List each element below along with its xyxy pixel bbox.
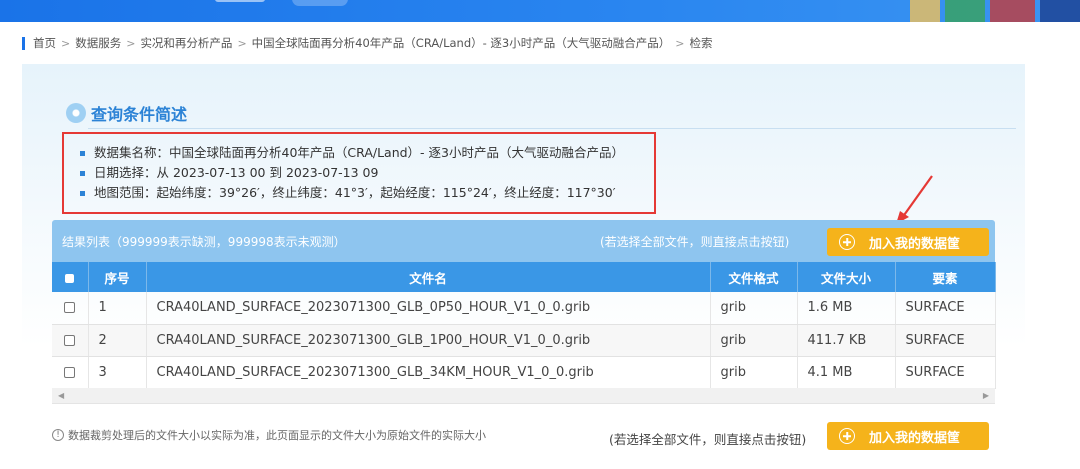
cell-size: 1.6 MB	[797, 292, 896, 325]
breadcrumb-marker	[22, 36, 25, 50]
query-criteria-box: 数据集名称：中国全球陆面再分析40年产品（CRA/Land）- 逐3小时产品（大…	[62, 132, 656, 214]
cell-filename: CRA40LAND_SURFACE_2023071300_GLB_1P00_HO…	[146, 324, 711, 357]
criteria-dataset-text: 数据集名称：中国全球陆面再分析40年产品（CRA/Land）- 逐3小时产品（大…	[94, 145, 624, 160]
square-bullet-icon	[80, 190, 85, 196]
row-checkbox[interactable]	[52, 324, 89, 357]
result-title: 结果列表（999999表示缺测，999998表示未观测）	[62, 235, 346, 249]
criteria-date-text: 日期选择：从 2023-07-13 00 到 2023-07-13 09	[94, 165, 379, 180]
column-header-no: 序号	[88, 262, 147, 292]
table-row: 3 CRA40LAND_SURFACE_2023071300_GLB_34KM_…	[52, 356, 996, 389]
breadcrumb-current: 检索	[689, 36, 713, 50]
annotation-arrow-icon	[896, 175, 933, 224]
row-checkbox[interactable]	[52, 356, 89, 389]
info-icon: !	[52, 429, 64, 441]
cell-size: 4.1 MB	[797, 356, 896, 389]
breadcrumb: 首页 > 数据服务 > 实况和再分析产品 > 中国全球陆面再分析40年产品（CR…	[22, 34, 712, 52]
cell-filename: CRA40LAND_SURFACE_2023071300_GLB_34KM_HO…	[146, 356, 711, 389]
criteria-dataset: 数据集名称：中国全球陆面再分析40年产品（CRA/Land）- 逐3小时产品（大…	[80, 143, 654, 163]
breadcrumb-separator: >	[237, 36, 247, 50]
arrow-right-icon[interactable]: ▶	[983, 391, 989, 400]
column-header-element: 要素	[895, 262, 996, 292]
section-title: 查询条件简述	[91, 105, 188, 124]
cell-no: 1	[88, 292, 147, 325]
add-to-basket-label: 加入我的数据筐	[869, 236, 961, 252]
add-to-basket-button[interactable]: 加入我的数据筐	[827, 228, 989, 256]
square-bullet-icon	[80, 150, 85, 156]
breadcrumb-data-service[interactable]: 数据服务	[75, 35, 121, 51]
size-note: ! 数据裁剪处理后的文件大小以实际为准，此页面显示的文件大小为原始文件的实际大小	[52, 427, 486, 443]
criteria-date: 日期选择：从 2023-07-13 00 到 2023-07-13 09	[80, 163, 654, 183]
square-bullet-icon	[80, 170, 85, 176]
cell-no: 2	[88, 324, 147, 357]
cell-element: SURFACE	[895, 324, 996, 357]
column-header-size: 文件大小	[797, 262, 896, 292]
cell-filename: CRA40LAND_SURFACE_2023071300_GLB_0P50_HO…	[146, 292, 711, 325]
plus-circle-icon	[839, 234, 855, 250]
select-all-hint: (若选择全部文件，则直接点击按钮)	[600, 235, 790, 249]
row-checkbox[interactable]	[52, 292, 89, 325]
section-divider	[88, 128, 1016, 129]
cell-size: 411.7 KB	[797, 324, 896, 357]
table-row: 2 CRA40LAND_SURFACE_2023071300_GLB_1P00_…	[52, 324, 996, 357]
result-table: 序号 文件名 文件格式 文件大小 要素 1 CRA40LAND_SURFACE_…	[52, 262, 996, 389]
breadcrumb-reanalysis[interactable]: 实况和再分析产品	[140, 35, 232, 51]
horizontal-scrollbar[interactable]: ◀ ▶	[52, 388, 995, 404]
banner-decoration-icon	[910, 0, 1080, 22]
bullet-dot-icon	[66, 103, 86, 123]
cell-format: grib	[710, 292, 798, 325]
add-to-basket-label: 加入我的数据筐	[869, 430, 961, 446]
breadcrumb-separator: >	[126, 36, 136, 50]
criteria-map-range-text: 地图范围：起始纬度：39°26′，终止纬度：41°3′，起始经度：115°24′…	[94, 185, 616, 200]
section-header: 查询条件简述	[66, 101, 187, 125]
cell-element: SURFACE	[895, 292, 996, 325]
plus-circle-icon	[839, 428, 855, 444]
select-all-hint-bottom: (若选择全部文件，则直接点击按钮)	[609, 432, 807, 447]
arrow-left-icon[interactable]: ◀	[58, 391, 64, 400]
breadcrumb-home[interactable]: 首页	[33, 35, 56, 51]
table-header-row: 序号 文件名 文件格式 文件大小 要素	[52, 262, 996, 292]
criteria-map-range: 地图范围：起始纬度：39°26′，终止纬度：41°3′，起始经度：115°24′…	[80, 183, 654, 203]
size-note-text: 数据裁剪处理后的文件大小以实际为准，此页面显示的文件大小为原始文件的实际大小	[68, 429, 486, 442]
breadcrumb-separator: >	[675, 36, 685, 50]
add-to-basket-button-bottom[interactable]: 加入我的数据筐	[827, 422, 989, 450]
breadcrumb-dataset[interactable]: 中国全球陆面再分析40年产品（CRA/Land）- 逐3小时产品（大气驱动融合产…	[252, 35, 671, 51]
breadcrumb-separator: >	[61, 36, 71, 50]
cell-no: 3	[88, 356, 147, 389]
cell-element: SURFACE	[895, 356, 996, 389]
nav-fragment	[215, 0, 265, 2]
nav-pill	[292, 0, 348, 6]
cell-format: grib	[710, 324, 798, 357]
table-row: 1 CRA40LAND_SURFACE_2023071300_GLB_0P50_…	[52, 292, 996, 325]
column-header-filename: 文件名	[146, 262, 711, 292]
cell-format: grib	[710, 356, 798, 389]
column-header-format: 文件格式	[710, 262, 798, 292]
top-banner	[0, 0, 1080, 22]
select-all-checkbox[interactable]	[52, 262, 89, 292]
